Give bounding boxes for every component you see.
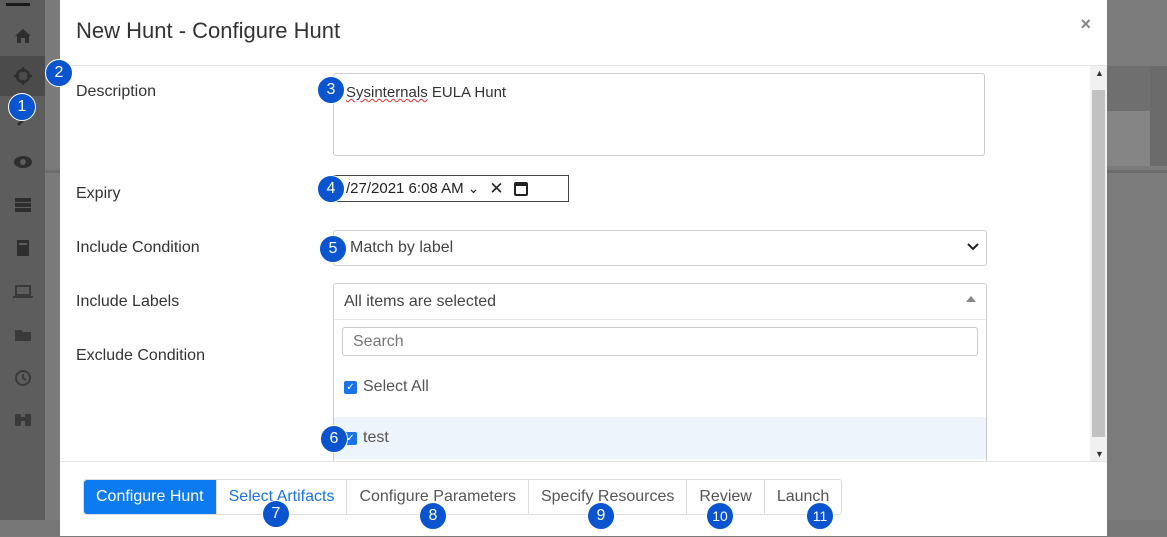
scroll-up-icon[interactable]: ▲: [1095, 68, 1104, 78]
configure-hunt-modal: New Hunt - Configure Hunt × Description …: [60, 0, 1107, 536]
annotation-badge: 4: [317, 175, 345, 203]
ampm-chevron-icon[interactable]: ⌄: [468, 180, 480, 197]
modal-footer: Configure Hunt Select Artifacts Configur…: [60, 461, 1107, 537]
description-word: Sysinternals: [346, 84, 428, 101]
expiry-datetime-input[interactable]: /27/2021 6:08 AM ⌄ ✕: [333, 175, 569, 202]
backdrop-row: [1107, 111, 1150, 166]
option-label: Select All: [363, 378, 429, 395]
tab-configure-hunt[interactable]: Configure Hunt: [84, 480, 217, 514]
history-icon[interactable]: [0, 358, 45, 398]
home-icon[interactable]: [0, 16, 45, 56]
backdrop-divider: [45, 170, 60, 173]
expiry-value: /27/2021 6:08 AM: [346, 180, 464, 197]
annotation-badge: 5: [319, 235, 347, 263]
option-select-all[interactable]: ✓ Select All: [334, 366, 986, 408]
annotation-badge: 10: [706, 502, 734, 530]
annotation-badge: 9: [587, 502, 615, 530]
left-nav: [0, 0, 45, 536]
scroll-down-icon[interactable]: ▼: [1095, 449, 1104, 459]
scroll-thumb[interactable]: [1092, 90, 1105, 437]
folder-icon[interactable]: [0, 315, 45, 355]
annotation-badge: 7: [262, 500, 290, 528]
close-icon[interactable]: ×: [1080, 14, 1091, 35]
modal-header: New Hunt - Configure Hunt ×: [60, 0, 1107, 66]
annotation-badge: 11: [806, 502, 834, 530]
caret-up-icon: [966, 296, 976, 302]
include-condition-select[interactable]: Match by label: [333, 230, 987, 266]
backdrop-header: [1107, 66, 1150, 111]
include-labels-multiselect[interactable]: All items are selected Search ✓ Select A…: [333, 283, 987, 461]
annotation-badge: 3: [317, 76, 345, 104]
binoculars-icon[interactable]: [0, 400, 45, 440]
menu-bar-icon[interactable]: [6, 3, 30, 6]
include-condition-value: Match by label: [350, 239, 454, 256]
multiselect-toggle[interactable]: All items are selected: [334, 284, 986, 320]
include-labels-label: Include Labels: [76, 293, 180, 310]
server-icon[interactable]: [0, 185, 45, 225]
option-label: test: [363, 429, 389, 446]
calendar-icon[interactable]: [513, 181, 528, 196]
chevron-down-icon: [966, 239, 980, 256]
exclude-condition-label: Exclude Condition: [76, 347, 205, 364]
crosshair-icon[interactable]: [0, 56, 45, 96]
option-test[interactable]: ✓ test: [334, 417, 986, 459]
annotation-badge: 8: [419, 502, 447, 530]
checkbox-checked-icon[interactable]: ✓: [344, 380, 357, 394]
annotation-badge: 6: [320, 425, 348, 453]
book-icon[interactable]: [0, 228, 45, 268]
labels-search-input[interactable]: Search: [342, 327, 978, 356]
description-label: Description: [76, 83, 157, 100]
annotation-badge: 2: [45, 59, 73, 87]
description-text: EULA Hunt: [427, 84, 507, 101]
modal-body: Description Sysinternals EULA Hunt Expir…: [60, 66, 1090, 461]
modal-title: New Hunt - Configure Hunt: [76, 18, 341, 43]
expiry-label: Expiry: [76, 185, 121, 202]
description-textarea[interactable]: Sysinternals EULA Hunt: [333, 73, 985, 156]
eye-icon[interactable]: [0, 142, 45, 182]
multiselect-summary: All items are selected: [344, 292, 497, 310]
clear-icon[interactable]: ✕: [489, 179, 503, 199]
modal-scrollbar[interactable]: ▲ ▼: [1090, 66, 1107, 461]
annotation-badge: 1: [8, 93, 36, 121]
backdrop-divider: [1107, 170, 1167, 173]
backdrop-scrollbar[interactable]: [1150, 66, 1167, 166]
include-condition-label: Include Condition: [76, 239, 200, 256]
laptop-icon[interactable]: [0, 272, 45, 312]
